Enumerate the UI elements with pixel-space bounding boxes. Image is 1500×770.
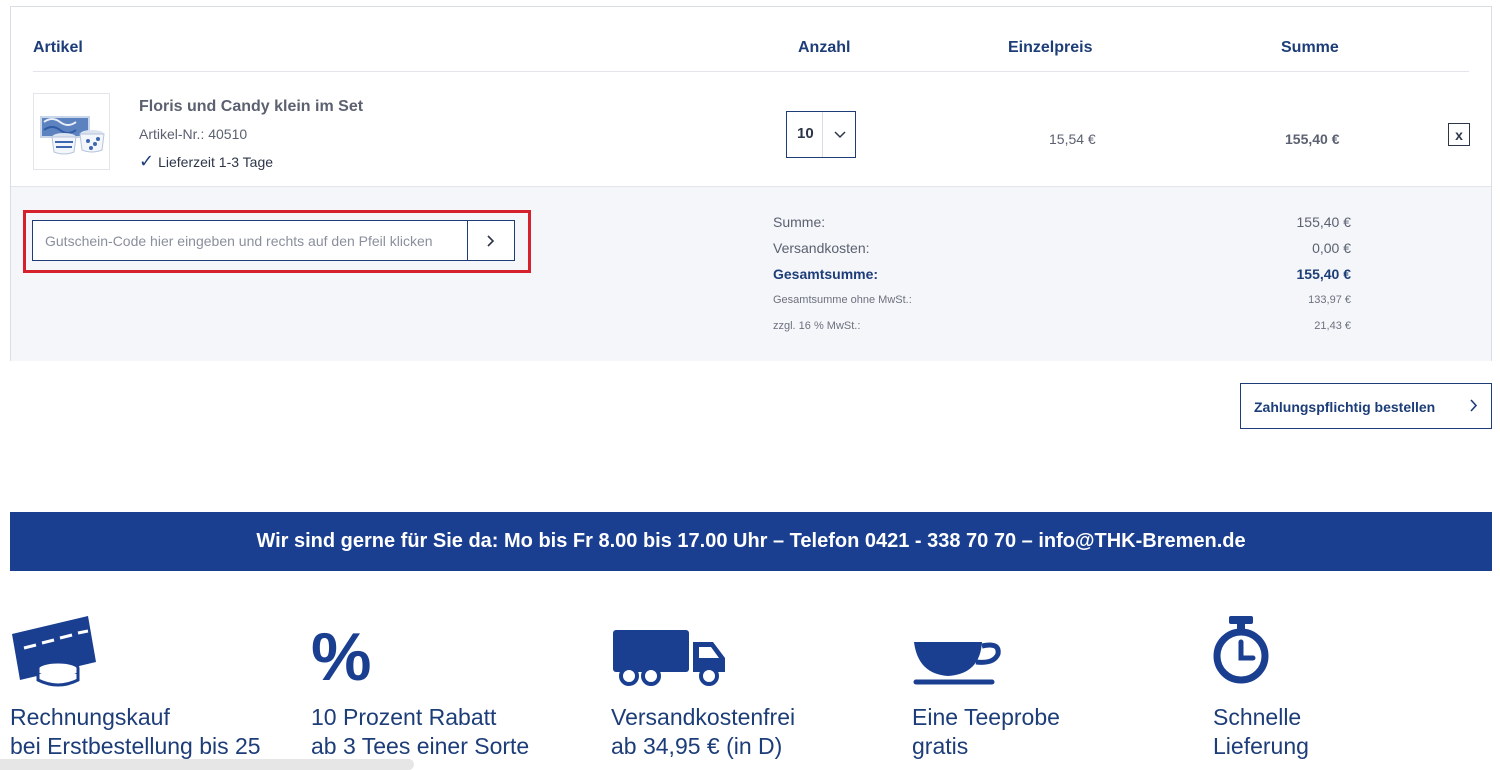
chevron-right-icon <box>1470 399 1478 412</box>
chevron-right-icon <box>487 234 495 247</box>
svg-text:%: % <box>311 619 371 692</box>
feature-shipping-subtitle: ab 34,95 € (in D) <box>611 733 783 759</box>
cart-header-row: Artikel Anzahl Einzelpreis Summe <box>11 7 1491 73</box>
delivery-time: ✓ Lieferzeit 1-3 Tage <box>139 151 273 172</box>
column-header-quantity: Anzahl <box>798 39 851 56</box>
product-image[interactable] <box>33 93 110 170</box>
quantity-select[interactable]: 10 <box>786 111 856 158</box>
stopwatch-icon <box>1213 616 1269 684</box>
place-order-button[interactable]: Zahlungspflichtig bestellen <box>1240 383 1492 429</box>
coupon-form <box>32 220 515 261</box>
close-icon: x <box>1455 126 1463 143</box>
coupon-submit-button[interactable] <box>467 221 514 260</box>
vat-label: zzgl. 16 % MwSt.: <box>773 320 861 332</box>
feature-sample-title: Eine Teeprobe <box>912 704 1060 730</box>
subtotal-value: 155,40 € <box>1296 214 1352 230</box>
percent-icon: % <box>311 619 371 692</box>
net-total-value: 133,97 € <box>1308 294 1351 306</box>
shipping-label: Versandkosten: <box>773 240 870 256</box>
header-divider <box>33 71 1469 72</box>
checkmark-icon: ✓ <box>139 151 155 171</box>
feature-invoice-title: Rechnungskauf <box>10 704 170 730</box>
column-header-sum: Summe <box>1281 39 1339 56</box>
invoice-coins-icon <box>12 616 96 687</box>
remove-item-button[interactable]: x <box>1448 123 1470 146</box>
feature-delivery-subtitle: Lieferung <box>1213 733 1309 759</box>
teacup-icon <box>913 642 1001 685</box>
feature-invoice-subtitle: bei Erstbestellung bis 25 <box>10 733 261 759</box>
unit-price: 15,54 € <box>1049 131 1096 147</box>
column-header-article: Artikel <box>33 39 83 56</box>
feature-shipping-title: Versandkostenfrei <box>611 704 796 730</box>
line-sum: 155,40 € <box>1285 131 1340 147</box>
feature-sample-subtitle: gratis <box>912 733 969 759</box>
feature-delivery-title: Schnelle <box>1213 704 1302 730</box>
grand-total-value: 155,40 € <box>1296 266 1352 282</box>
feature-discount-title: 10 Prozent Rabatt <box>311 704 497 730</box>
contact-bar: Wir sind gerne für Sie da: Mo bis Fr 8.0… <box>10 512 1492 571</box>
article-number: Artikel-Nr.: 40510 <box>139 126 248 142</box>
shipping-value: 0,00 € <box>1312 240 1351 256</box>
contact-text: Wir sind gerne für Sie da: Mo bis Fr 8.0… <box>256 530 1246 552</box>
cart-item-row: Floris und Candy klein im Set Artikel-Nr… <box>11 73 1491 186</box>
feature-discount-subtitle: ab 3 Tees einer Sorte <box>311 733 530 759</box>
chevron-down-icon[interactable] <box>823 112 856 157</box>
cart-summary-panel: Summe: 155,40 € Versandkosten: 0,00 € Ge… <box>11 186 1491 361</box>
truck-icon <box>613 630 725 686</box>
product-name[interactable]: Floris und Candy klein im Set <box>139 98 363 116</box>
net-total-label: Gesamtsumme ohne MwSt.: <box>773 294 912 306</box>
grand-total-label: Gesamtsumme: <box>773 266 879 282</box>
delivery-time-label: Lieferzeit 1-3 Tage <box>158 154 274 170</box>
vat-value: 21,43 € <box>1314 320 1351 332</box>
column-header-unit-price: Einzelpreis <box>1008 39 1093 56</box>
coupon-code-input[interactable] <box>33 221 467 260</box>
subtotal-label: Summe: <box>773 214 826 230</box>
place-order-label: Zahlungspflichtig bestellen <box>1254 399 1436 415</box>
quantity-value: 10 <box>797 125 814 142</box>
horizontal-scrollbar[interactable] <box>0 759 414 770</box>
cart-table: Artikel Anzahl Einzelpreis Summe Floris … <box>10 6 1492 361</box>
